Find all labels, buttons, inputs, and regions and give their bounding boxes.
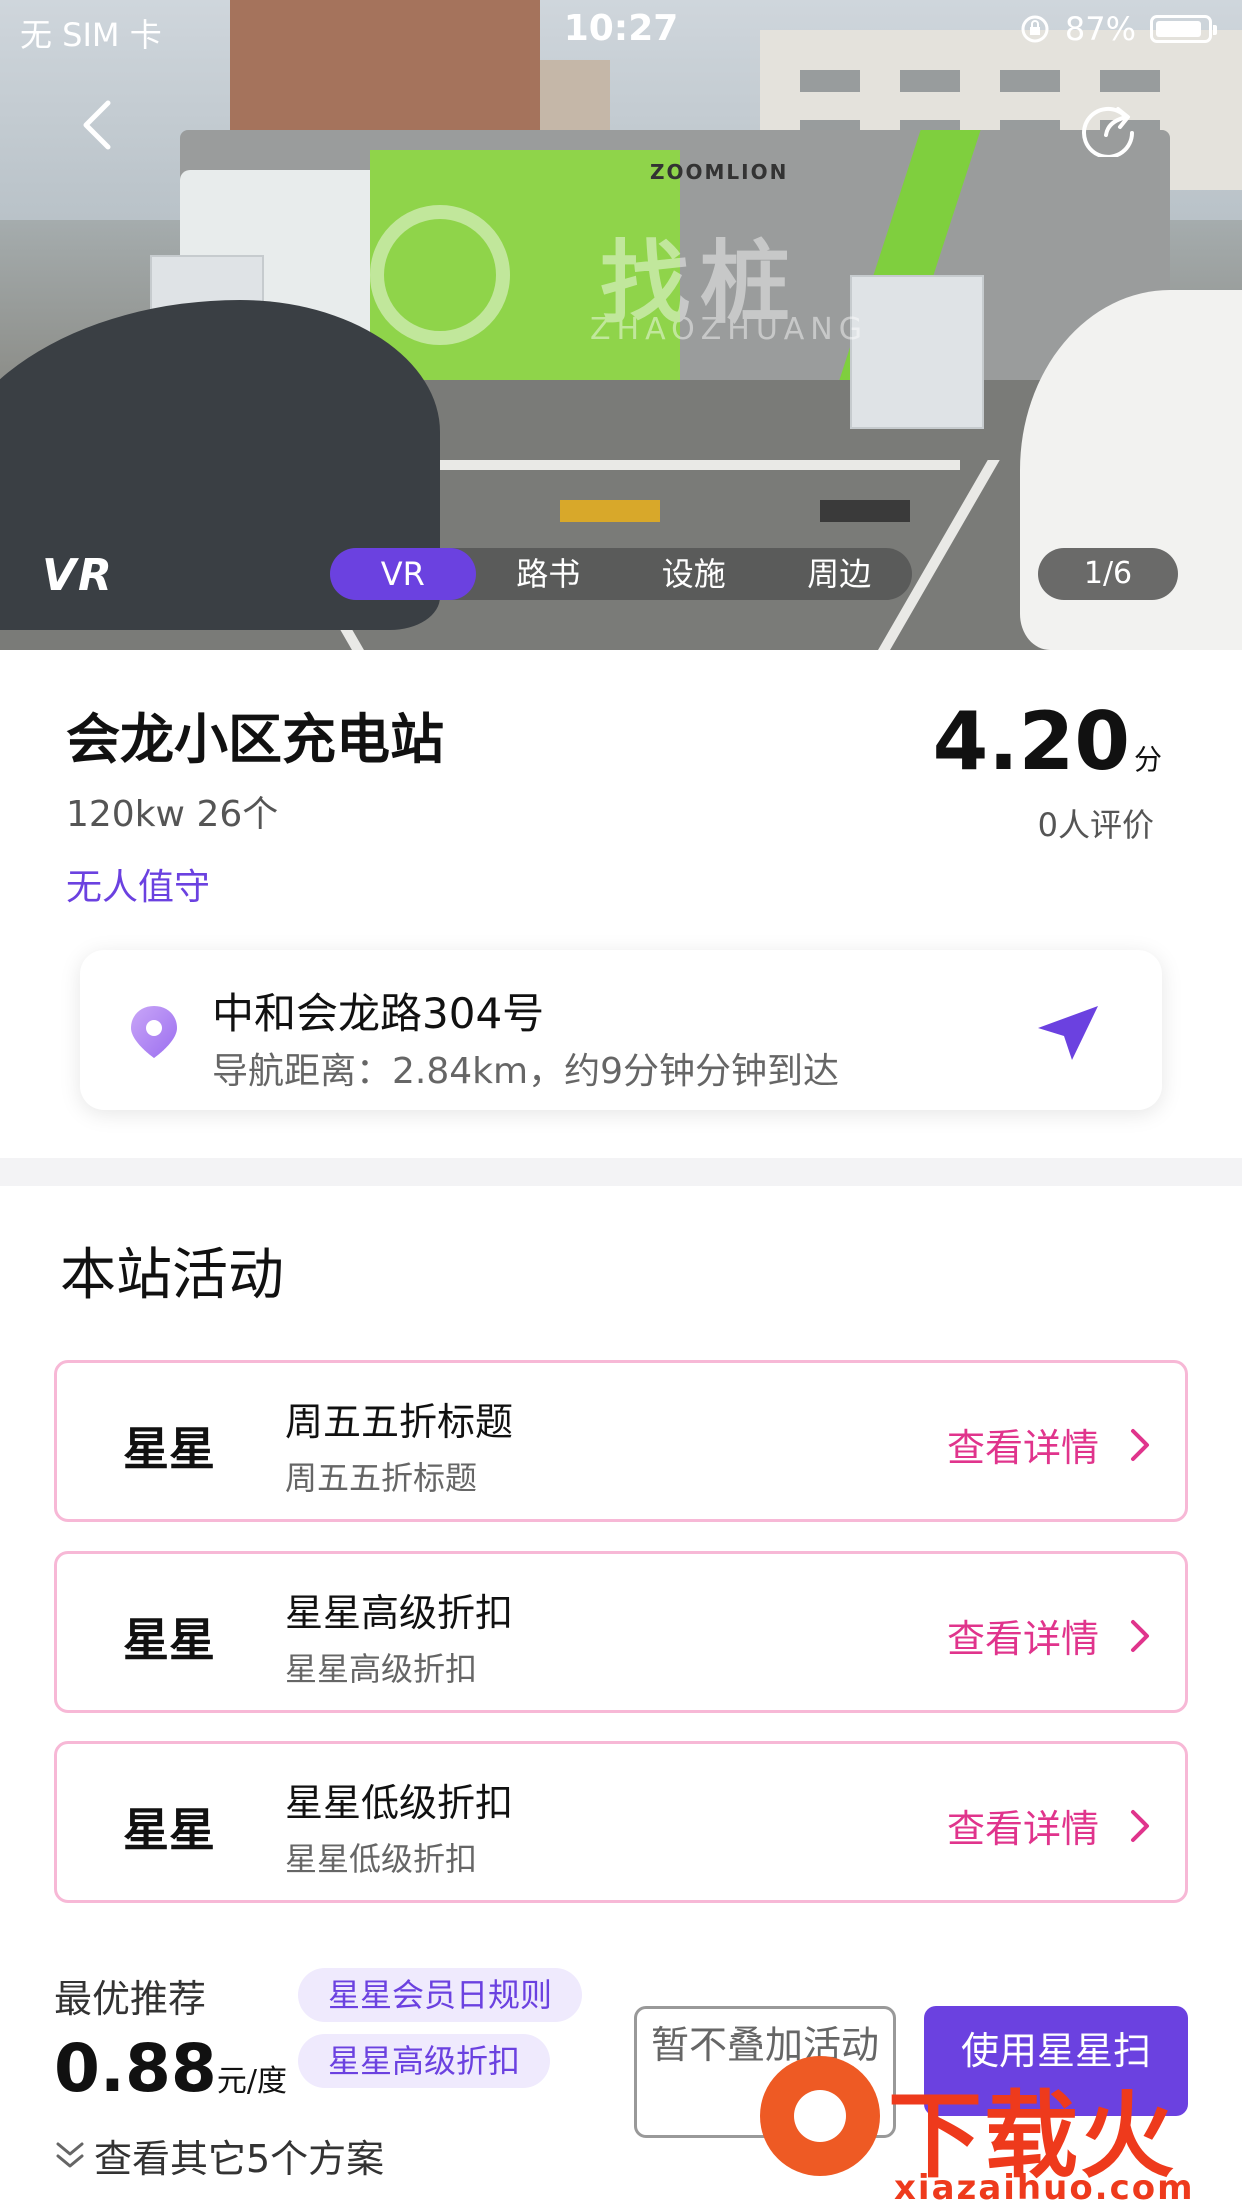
battery-icon — [1150, 15, 1217, 43]
chevron-right-icon — [1131, 1620, 1149, 1652]
navigation-distance: 导航距离：2.84km，约9分钟分钟到达 — [212, 1051, 839, 1092]
location-pin-icon — [131, 1006, 177, 1058]
back-arrow-icon[interactable] — [70, 95, 130, 155]
chevron-right-icon — [1131, 1429, 1149, 1461]
view-details-link[interactable]: 查看详情 — [947, 1608, 1099, 1663]
price-unit: 元/度 — [216, 2064, 287, 2099]
activity-badge: 星星 — [123, 1613, 215, 1667]
rule-tag[interactable]: 星星会员日规则 — [298, 1968, 583, 2022]
activity-title: 星星低级折扣 — [285, 1781, 514, 1825]
address-line: 中和会龙路304号 — [212, 989, 545, 1038]
activity-card[interactable]: 星星 星星低级折扣 星星低级折扣 查看详情 — [54, 1741, 1188, 1903]
orientation-lock-icon — [1021, 15, 1049, 43]
activity-title: 周五五折标题 — [285, 1400, 514, 1444]
section-divider — [0, 1158, 1242, 1186]
view-details-link[interactable]: 查看详情 — [947, 1798, 1099, 1853]
tab-vr[interactable]: VR — [330, 548, 476, 600]
station-photo[interactable]: ZOOMLION 找桩 ZHAOZHUANG 无 SIM 卡 10:27 87% — [0, 0, 1242, 650]
share-icon[interactable] — [1078, 95, 1140, 157]
chevron-right-icon — [1131, 1810, 1149, 1842]
navigate-icon[interactable] — [1036, 1004, 1100, 1062]
photo-page-indicator: 1/6 — [1038, 548, 1178, 600]
score-value: 4.20 — [932, 695, 1130, 788]
activities-title: 本站活动 — [60, 1243, 284, 1308]
site-watermark: 下载火 xiazaihuo.com — [730, 2050, 1242, 2208]
activity-subtitle: 星星高级折扣 — [285, 1650, 478, 1688]
site-logo-icon — [760, 2056, 880, 2176]
review-count[interactable]: 0人评价 — [1038, 800, 1154, 846]
vr-logo: VR — [42, 550, 114, 601]
station-name: 会龙小区充电站 — [66, 708, 444, 771]
activity-title: 星星高级折扣 — [285, 1591, 514, 1635]
activity-badge: 星星 — [123, 1803, 215, 1857]
activity-subtitle: 星星低级折扣 — [285, 1840, 478, 1878]
double-chevron-down-icon — [56, 2142, 84, 2167]
address-card[interactable]: 中和会龙路304号 导航距离：2.84km，约9分钟分钟到达 — [80, 950, 1162, 1110]
activity-card[interactable]: 星星 星星高级折扣 星星高级折扣 查看详情 — [54, 1551, 1188, 1713]
activity-subtitle: 周五五折标题 — [285, 1459, 478, 1497]
battery-percent: 87% — [1064, 10, 1136, 48]
attendance-status: 无人值守 — [66, 867, 211, 908]
best-price: 0.88元/度 — [54, 2030, 287, 2107]
rule-tag[interactable]: 星星高级折扣 — [298, 2034, 551, 2088]
rating-score: 4.20 分 — [933, 695, 1162, 788]
status-bar: 无 SIM 卡 10:27 87% — [0, 0, 1242, 60]
view-details-link[interactable]: 查看详情 — [947, 1417, 1099, 1472]
media-tabs: VR 路书 设施 周边 — [330, 548, 912, 600]
more-plans-toggle[interactable]: 查看其它5个方案 — [52, 2128, 384, 2183]
price-value: 0.88 — [54, 2030, 217, 2107]
score-unit: 分 — [1133, 743, 1162, 776]
best-recommendation-label: 最优推荐 — [54, 1977, 207, 2021]
photo-watermark: 找桩 ZHAOZHUANG — [370, 200, 890, 350]
truck-brand-text: ZOOMLION — [650, 160, 789, 184]
tab-nearby[interactable]: 周边 — [767, 548, 913, 600]
activity-badge: 星星 — [123, 1422, 215, 1476]
activity-card[interactable]: 星星 周五五折标题 周五五折标题 查看详情 — [54, 1360, 1188, 1522]
tab-roadbook[interactable]: 路书 — [476, 548, 622, 600]
more-plans-label: 查看其它5个方案 — [94, 2137, 385, 2181]
tab-facilities[interactable]: 设施 — [621, 548, 767, 600]
station-spec: 120kw 26个 — [66, 794, 279, 835]
site-logo-url: xiazaihuo.com — [894, 2168, 1195, 2208]
